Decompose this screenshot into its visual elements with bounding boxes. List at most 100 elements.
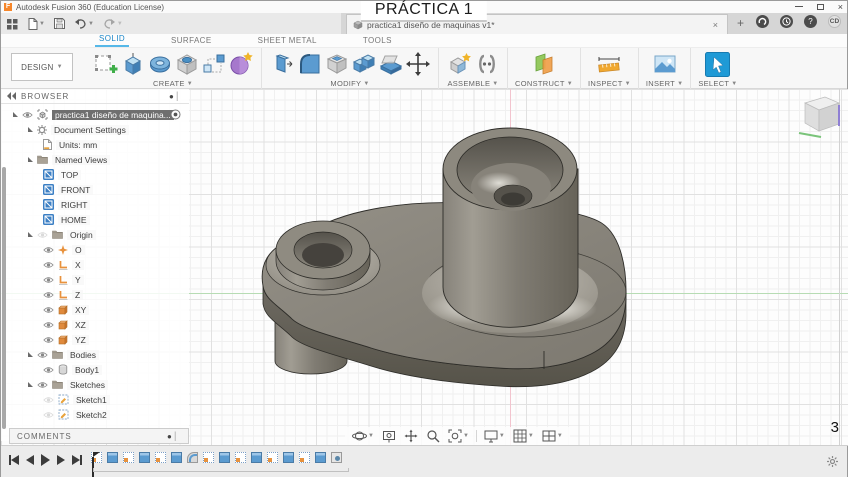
- orbit-icon[interactable]: ▼: [349, 429, 377, 443]
- tree-item-o[interactable]: O: [1, 242, 189, 257]
- visibility-eye-icon[interactable]: [43, 366, 54, 374]
- tab-sheet-metal[interactable]: SHEET METAL: [254, 36, 321, 47]
- tree-item-named-views[interactable]: Named Views: [1, 152, 189, 167]
- tree-item-bodies[interactable]: Bodies: [1, 347, 189, 362]
- visibility-eye-icon[interactable]: [43, 246, 54, 254]
- tree-item-y[interactable]: Y: [1, 272, 189, 287]
- timeline-feature-hole-16[interactable]: [331, 452, 342, 463]
- tab-surface[interactable]: SURFACE: [167, 36, 216, 47]
- timeline-skip-end-button[interactable]: [72, 455, 82, 465]
- browser-scrollbar[interactable]: [2, 167, 6, 429]
- fillet-icon[interactable]: [296, 51, 323, 78]
- ribbon-group-label-inspect[interactable]: INSPECT▼: [588, 79, 631, 88]
- joint-icon[interactable]: [473, 51, 500, 78]
- user-avatar[interactable]: CD: [828, 15, 841, 28]
- timeline-feature-extrude-2[interactable]: [107, 452, 118, 463]
- tree-item-right[interactable]: RIGHT: [1, 197, 189, 212]
- create-sketch-icon[interactable]: [92, 51, 119, 78]
- viewports-icon[interactable]: ▼: [539, 429, 566, 443]
- tab-solid[interactable]: SOLID: [95, 34, 129, 47]
- timeline-skip-start-button[interactable]: [9, 455, 19, 465]
- redo-icon[interactable]: ▼: [103, 18, 123, 29]
- timeline-feature-extrude-15[interactable]: [315, 452, 326, 463]
- timeline-feature-extrude-13[interactable]: [283, 452, 294, 463]
- timeline-feature-extrude-9[interactable]: [219, 452, 230, 463]
- design-workspace-button[interactable]: DESIGN▼: [11, 53, 73, 81]
- close-button[interactable]: ×: [838, 2, 843, 12]
- collapse-panel-icon[interactable]: [7, 92, 16, 100]
- timeline-playhead[interactable]: [92, 452, 100, 477]
- maximize-button[interactable]: [817, 4, 824, 10]
- zoom-icon[interactable]: [423, 429, 443, 443]
- timeline-step-back-button[interactable]: [26, 455, 34, 465]
- visibility-eye-icon[interactable]: [43, 276, 54, 284]
- form-icon[interactable]: [227, 51, 254, 78]
- select-icon[interactable]: [704, 51, 731, 78]
- expander-triangle-icon[interactable]: [28, 127, 33, 132]
- combine-icon[interactable]: [350, 51, 377, 78]
- new-component-icon[interactable]: [446, 51, 473, 78]
- press-pull-icon[interactable]: [269, 51, 296, 78]
- timeline-feature-extrude-6[interactable]: [171, 452, 182, 463]
- construction-plane-icon[interactable]: [531, 51, 558, 78]
- visibility-eye-icon[interactable]: [37, 351, 48, 359]
- visibility-eye-icon[interactable]: [37, 231, 48, 239]
- activate-component-radio[interactable]: [170, 109, 181, 122]
- comments-panel[interactable]: COMMENTS ●▏: [9, 428, 189, 444]
- file-menu-icon[interactable]: ▼: [28, 18, 45, 30]
- expander-triangle-icon[interactable]: [28, 157, 33, 162]
- visibility-eye-icon[interactable]: [43, 261, 54, 269]
- split-body-icon[interactable]: [377, 51, 404, 78]
- grid-settings-icon[interactable]: ▼: [510, 429, 537, 443]
- visibility-eye-icon[interactable]: [43, 336, 54, 344]
- timeline-feature-sketch-8[interactable]: [203, 452, 214, 463]
- expander-triangle-icon[interactable]: [13, 112, 18, 117]
- ribbon-group-label-select[interactable]: SELECT▼: [698, 79, 737, 88]
- ribbon-group-label-assemble[interactable]: ASSEMBLE▼: [447, 79, 498, 88]
- visibility-eye-icon[interactable]: [43, 291, 54, 299]
- timeline-settings-gear-icon[interactable]: [827, 456, 838, 469]
- help-icon[interactable]: ?: [804, 15, 817, 28]
- timeline-feature-fillet-7[interactable]: [187, 452, 198, 463]
- extrude-icon[interactable]: [119, 51, 146, 78]
- expander-triangle-icon[interactable]: [28, 232, 33, 237]
- new-tab-button[interactable]: +: [737, 16, 744, 30]
- tree-item-x[interactable]: X: [1, 257, 189, 272]
- timeline-feature-sketch-12[interactable]: [267, 452, 278, 463]
- ribbon-group-label-construct[interactable]: CONSTRUCT▼: [515, 79, 573, 88]
- tree-item-xy[interactable]: XY: [1, 302, 189, 317]
- visibility-eye-icon[interactable]: [43, 396, 54, 404]
- tree-item-front[interactable]: FRONT: [1, 182, 189, 197]
- minimize-button[interactable]: [795, 6, 803, 7]
- measure-icon[interactable]: [596, 51, 623, 78]
- timeline-feature-extrude-11[interactable]: [251, 452, 262, 463]
- viewcube[interactable]: [795, 93, 847, 141]
- job-status-icon[interactable]: [780, 15, 793, 28]
- revolve-icon[interactable]: [146, 51, 173, 78]
- timeline-feature-extrude-4[interactable]: [139, 452, 150, 463]
- tree-item-sketch1[interactable]: Sketch1: [1, 392, 189, 407]
- tree-item-document-settings[interactable]: Document Settings: [1, 122, 189, 137]
- fit-icon[interactable]: ▼: [445, 429, 472, 443]
- timeline-play-button[interactable]: [41, 454, 50, 466]
- move-icon[interactable]: [404, 51, 431, 78]
- comments-options-icon[interactable]: ●▏: [167, 432, 181, 441]
- tree-item-sketch2[interactable]: Sketch2: [1, 407, 189, 422]
- extensions-icon[interactable]: [756, 15, 769, 28]
- hole-icon[interactable]: [173, 51, 200, 78]
- tree-item-practica1-dise-o-de-maquina[interactable]: practica1 diseño de maquina...: [1, 107, 189, 122]
- visibility-eye-icon[interactable]: [37, 381, 48, 389]
- data-panel-icon[interactable]: [7, 18, 19, 30]
- tree-item-body1[interactable]: Body1: [1, 362, 189, 377]
- timeline-feature-sketch-5[interactable]: [155, 452, 166, 463]
- look-at-icon[interactable]: [379, 429, 399, 443]
- undo-icon[interactable]: ▼: [74, 18, 94, 29]
- insert-image-icon[interactable]: [651, 51, 678, 78]
- tab-tools[interactable]: TOOLS: [359, 36, 396, 47]
- tab-close-icon[interactable]: ×: [710, 20, 721, 30]
- tree-item-origin[interactable]: Origin: [1, 227, 189, 242]
- viewport-canvas[interactable]: BROWSER ●▏ practica1 diseño de maquina..…: [1, 89, 848, 446]
- expander-triangle-icon[interactable]: [28, 352, 33, 357]
- shell-icon[interactable]: [323, 51, 350, 78]
- save-icon[interactable]: [54, 18, 65, 29]
